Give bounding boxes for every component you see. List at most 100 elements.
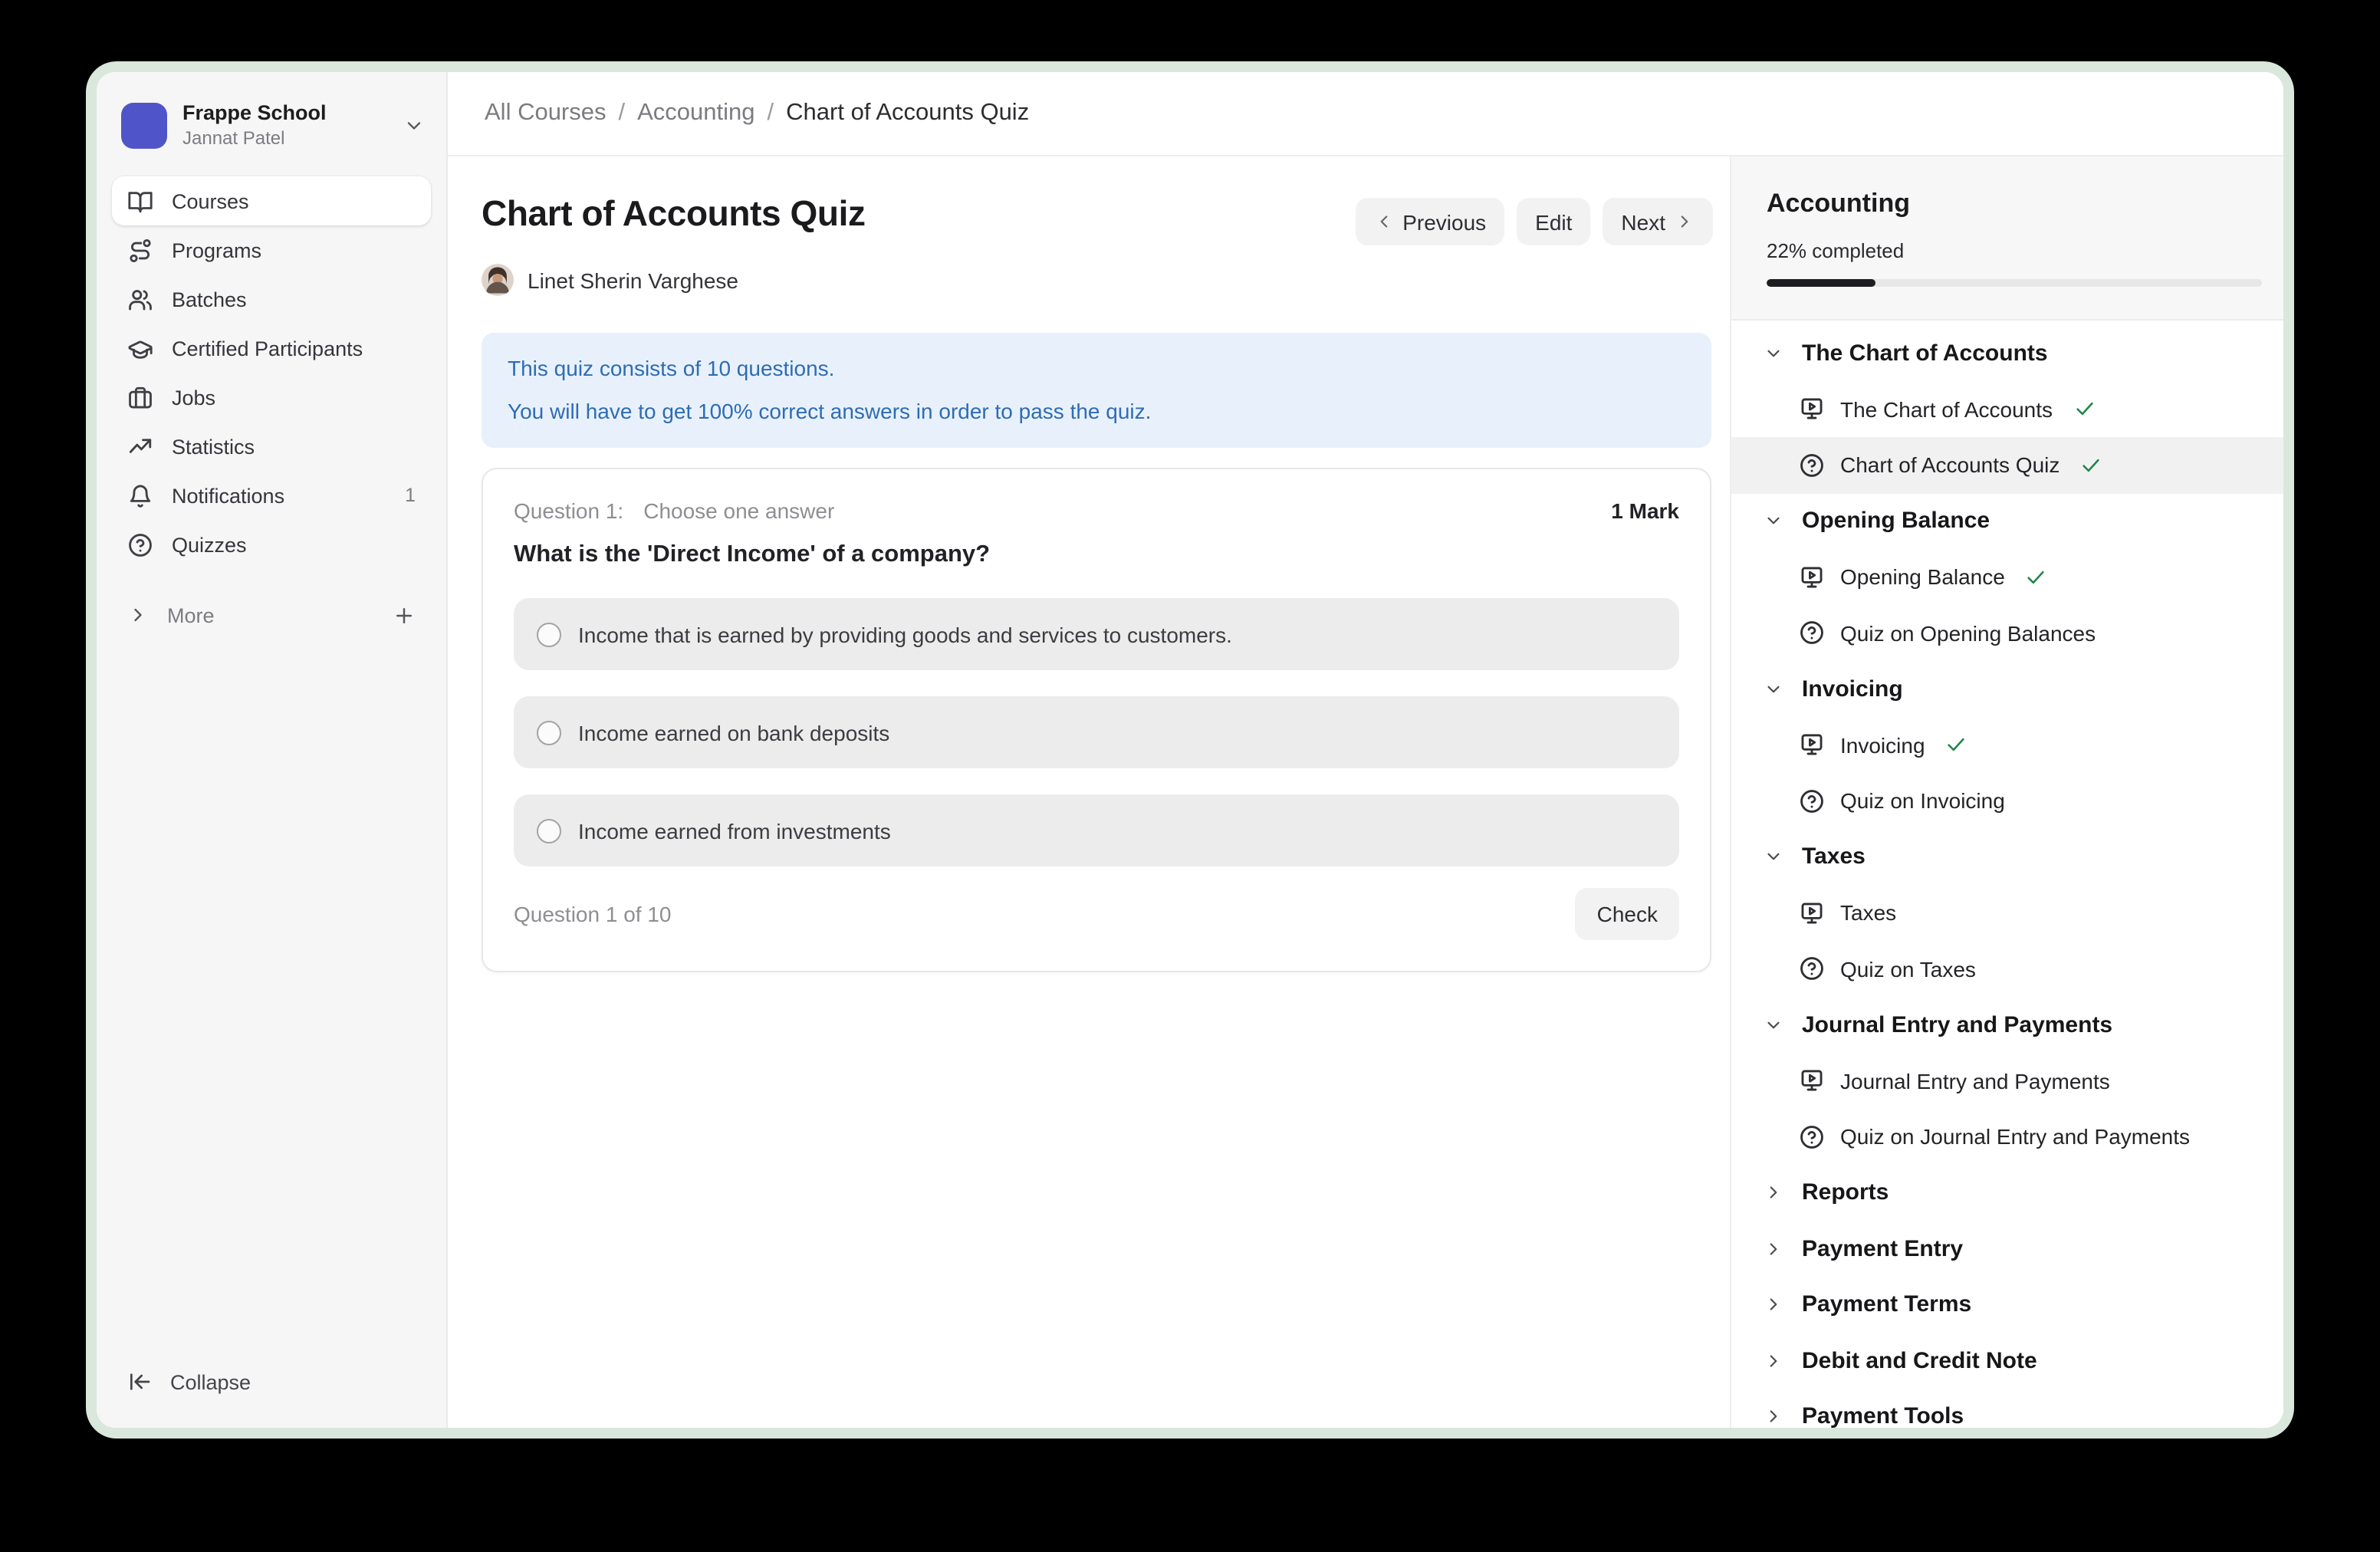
chapter-the-chart-of-accounts[interactable]: The Chart of Accounts <box>1731 325 2283 381</box>
sidebar-item-label: Certified Participants <box>172 337 416 360</box>
sidebar-item-certified-participants[interactable]: Certified Participants <box>112 324 431 373</box>
chapter-title: Journal Entry and Payments <box>1802 1012 2112 1038</box>
app-window: Frappe School Jannat Patel Courses Progra… <box>86 61 2294 1439</box>
sidebar-more[interactable]: More <box>112 590 431 640</box>
quiz-item-quiz-on-taxes[interactable]: Quiz on Taxes <box>1731 941 2283 997</box>
page-title: Chart of Accounts Quiz <box>482 193 866 235</box>
answer-option-1[interactable]: Income that is earned by providing goods… <box>514 598 1679 670</box>
chapter-payment-terms[interactable]: Payment Terms <box>1731 1277 2283 1333</box>
help-circle-icon <box>1799 452 1825 478</box>
chapter-reports[interactable]: Reports <box>1731 1165 2283 1221</box>
lesson-item-taxes[interactable]: Taxes <box>1731 885 2283 941</box>
top-navbar: All Courses/Accounting/Chart of Accounts… <box>448 72 2283 156</box>
help-circle-icon <box>1799 956 1825 982</box>
breadcrumb-accounting[interactable]: Accounting <box>637 100 754 127</box>
check-button[interactable]: Check <box>1576 888 1679 940</box>
course-progress-header: Accounting 22% completed <box>1731 156 2283 321</box>
edit-button[interactable]: Edit <box>1517 198 1590 245</box>
question-number-label: Question 1: <box>514 498 623 523</box>
sidebar-collapse-button[interactable]: Collapse <box>112 1357 431 1406</box>
sidebar: Frappe School Jannat Patel Courses Progra… <box>97 72 448 1428</box>
chevron-down-icon <box>403 114 425 136</box>
progress-bar-fill <box>1767 279 1875 287</box>
sidebar-item-statistics[interactable]: Statistics <box>112 422 431 471</box>
sidebar-item-notifications[interactable]: Notifications1 <box>112 471 431 520</box>
help-circle-icon <box>127 531 153 557</box>
outline-item-label: Chart of Accounts Quiz <box>1840 453 2059 478</box>
breadcrumb-separator: / <box>768 100 774 127</box>
answer-option-3[interactable]: Income earned from investments <box>514 794 1679 866</box>
breadcrumb: All Courses/Accounting/Chart of Accounts… <box>485 100 1029 127</box>
check-icon <box>1945 734 1968 757</box>
sidebar-item-courses[interactable]: Courses <box>112 176 431 225</box>
lesson-item-invoicing[interactable]: Invoicing <box>1731 717 2283 773</box>
book-open-icon <box>127 188 153 214</box>
chevron-down-icon <box>1764 679 1783 699</box>
sidebar-item-label: Quizzes <box>172 533 416 556</box>
check-icon <box>2079 454 2102 477</box>
chapter-title: Payment Tools <box>1802 1404 1964 1429</box>
sidebar-more-label: More <box>167 603 374 626</box>
lesson-item-opening-balance[interactable]: Opening Balance <box>1731 549 2283 605</box>
trending-up-icon <box>127 433 153 459</box>
question-hint: Choose one answer <box>643 498 1611 523</box>
sidebar-item-label: Notifications <box>172 484 386 507</box>
chapter-title: Payment Terms <box>1802 1292 1971 1318</box>
briefcase-icon <box>127 384 153 410</box>
answer-options: Income that is earned by providing goods… <box>514 598 1679 866</box>
help-circle-icon <box>1799 788 1825 814</box>
radio-icon[interactable] <box>537 818 561 843</box>
question-marks: 1 Mark <box>1611 498 1679 523</box>
collapse-arrow-icon <box>127 1370 152 1394</box>
sidebar-item-batches[interactable]: Batches <box>112 275 431 324</box>
outline-item-label: Invoicing <box>1840 733 1925 758</box>
toolbar: Previous Edit Next <box>1355 198 1713 245</box>
lesson-item-journal-entry-and-payments[interactable]: Journal Entry and Payments <box>1731 1053 2283 1109</box>
quiz-notice-line1: This quiz consists of 10 questions. <box>508 354 1685 384</box>
chapter-title: Reports <box>1802 1180 1889 1206</box>
workspace-switcher[interactable]: Frappe School Jannat Patel <box>97 72 446 167</box>
answer-option-label: Income earned on bank deposits <box>578 720 889 745</box>
progress-bar <box>1767 279 2262 287</box>
quiz-item-quiz-on-opening-balances[interactable]: Quiz on Opening Balances <box>1731 605 2283 661</box>
lesson-item-the-chart-of-accounts[interactable]: The Chart of Accounts <box>1731 381 2283 437</box>
outline-item-label: Opening Balance <box>1840 565 2005 590</box>
sidebar-item-quizzes[interactable]: Quizzes <box>112 520 431 569</box>
course-title: Accounting <box>1767 189 2262 219</box>
chapter-debit-and-credit-note[interactable]: Debit and Credit Note <box>1731 1333 2283 1389</box>
breadcrumb-all-courses[interactable]: All Courses <box>485 100 607 127</box>
sidebar-item-programs[interactable]: Programs <box>112 225 431 275</box>
previous-button[interactable]: Previous <box>1355 198 1504 245</box>
chapter-payment-tools[interactable]: Payment Tools <box>1731 1389 2283 1428</box>
monitor-play-icon <box>1799 396 1825 423</box>
chapter-opening-balance[interactable]: Opening Balance <box>1731 493 2283 549</box>
chapter-taxes[interactable]: Taxes <box>1731 829 2283 885</box>
help-circle-icon <box>1799 620 1825 646</box>
chapter-invoicing[interactable]: Invoicing <box>1731 661 2283 717</box>
breadcrumb-chart-of-accounts-quiz: Chart of Accounts Quiz <box>786 100 1029 127</box>
radio-icon[interactable] <box>537 720 561 745</box>
sidebar-item-label: Programs <box>172 238 416 261</box>
question-card: Question 1: Choose one answer 1 Mark Wha… <box>482 468 1711 972</box>
chapter-journal-entry-and-payments[interactable]: Journal Entry and Payments <box>1731 997 2283 1053</box>
monitor-play-icon <box>1799 900 1825 926</box>
quiz-item-quiz-on-invoicing[interactable]: Quiz on Invoicing <box>1731 773 2283 829</box>
workspace-title: Frappe School <box>182 101 388 124</box>
radio-icon[interactable] <box>537 622 561 646</box>
chapter-title: The Chart of Accounts <box>1802 340 2048 367</box>
outline-item-label: The Chart of Accounts <box>1840 397 2053 422</box>
main-content: Chart of Accounts Quiz Previous Edit <box>448 156 1730 1428</box>
bell-icon <box>127 482 153 508</box>
sidebar-nav: Courses Programs Batches Certified Particip… <box>112 176 431 569</box>
question-progress: Question 1 of 10 <box>514 902 672 926</box>
chapter-payment-entry[interactable]: Payment Entry <box>1731 1221 2283 1277</box>
answer-option-2[interactable]: Income earned on bank deposits <box>514 696 1679 768</box>
quiz-item-chart-of-accounts-quiz[interactable]: Chart of Accounts Quiz <box>1731 437 2283 493</box>
plus-icon[interactable] <box>393 603 416 626</box>
chevron-down-icon <box>1764 344 1783 363</box>
outline-item-label: Quiz on Taxes <box>1840 957 1976 982</box>
chapter-title: Payment Entry <box>1802 1236 1963 1262</box>
sidebar-item-jobs[interactable]: Jobs <box>112 373 431 422</box>
quiz-item-quiz-on-journal-entry-and-payments[interactable]: Quiz on Journal Entry and Payments <box>1731 1109 2283 1165</box>
next-button[interactable]: Next <box>1603 198 1713 245</box>
